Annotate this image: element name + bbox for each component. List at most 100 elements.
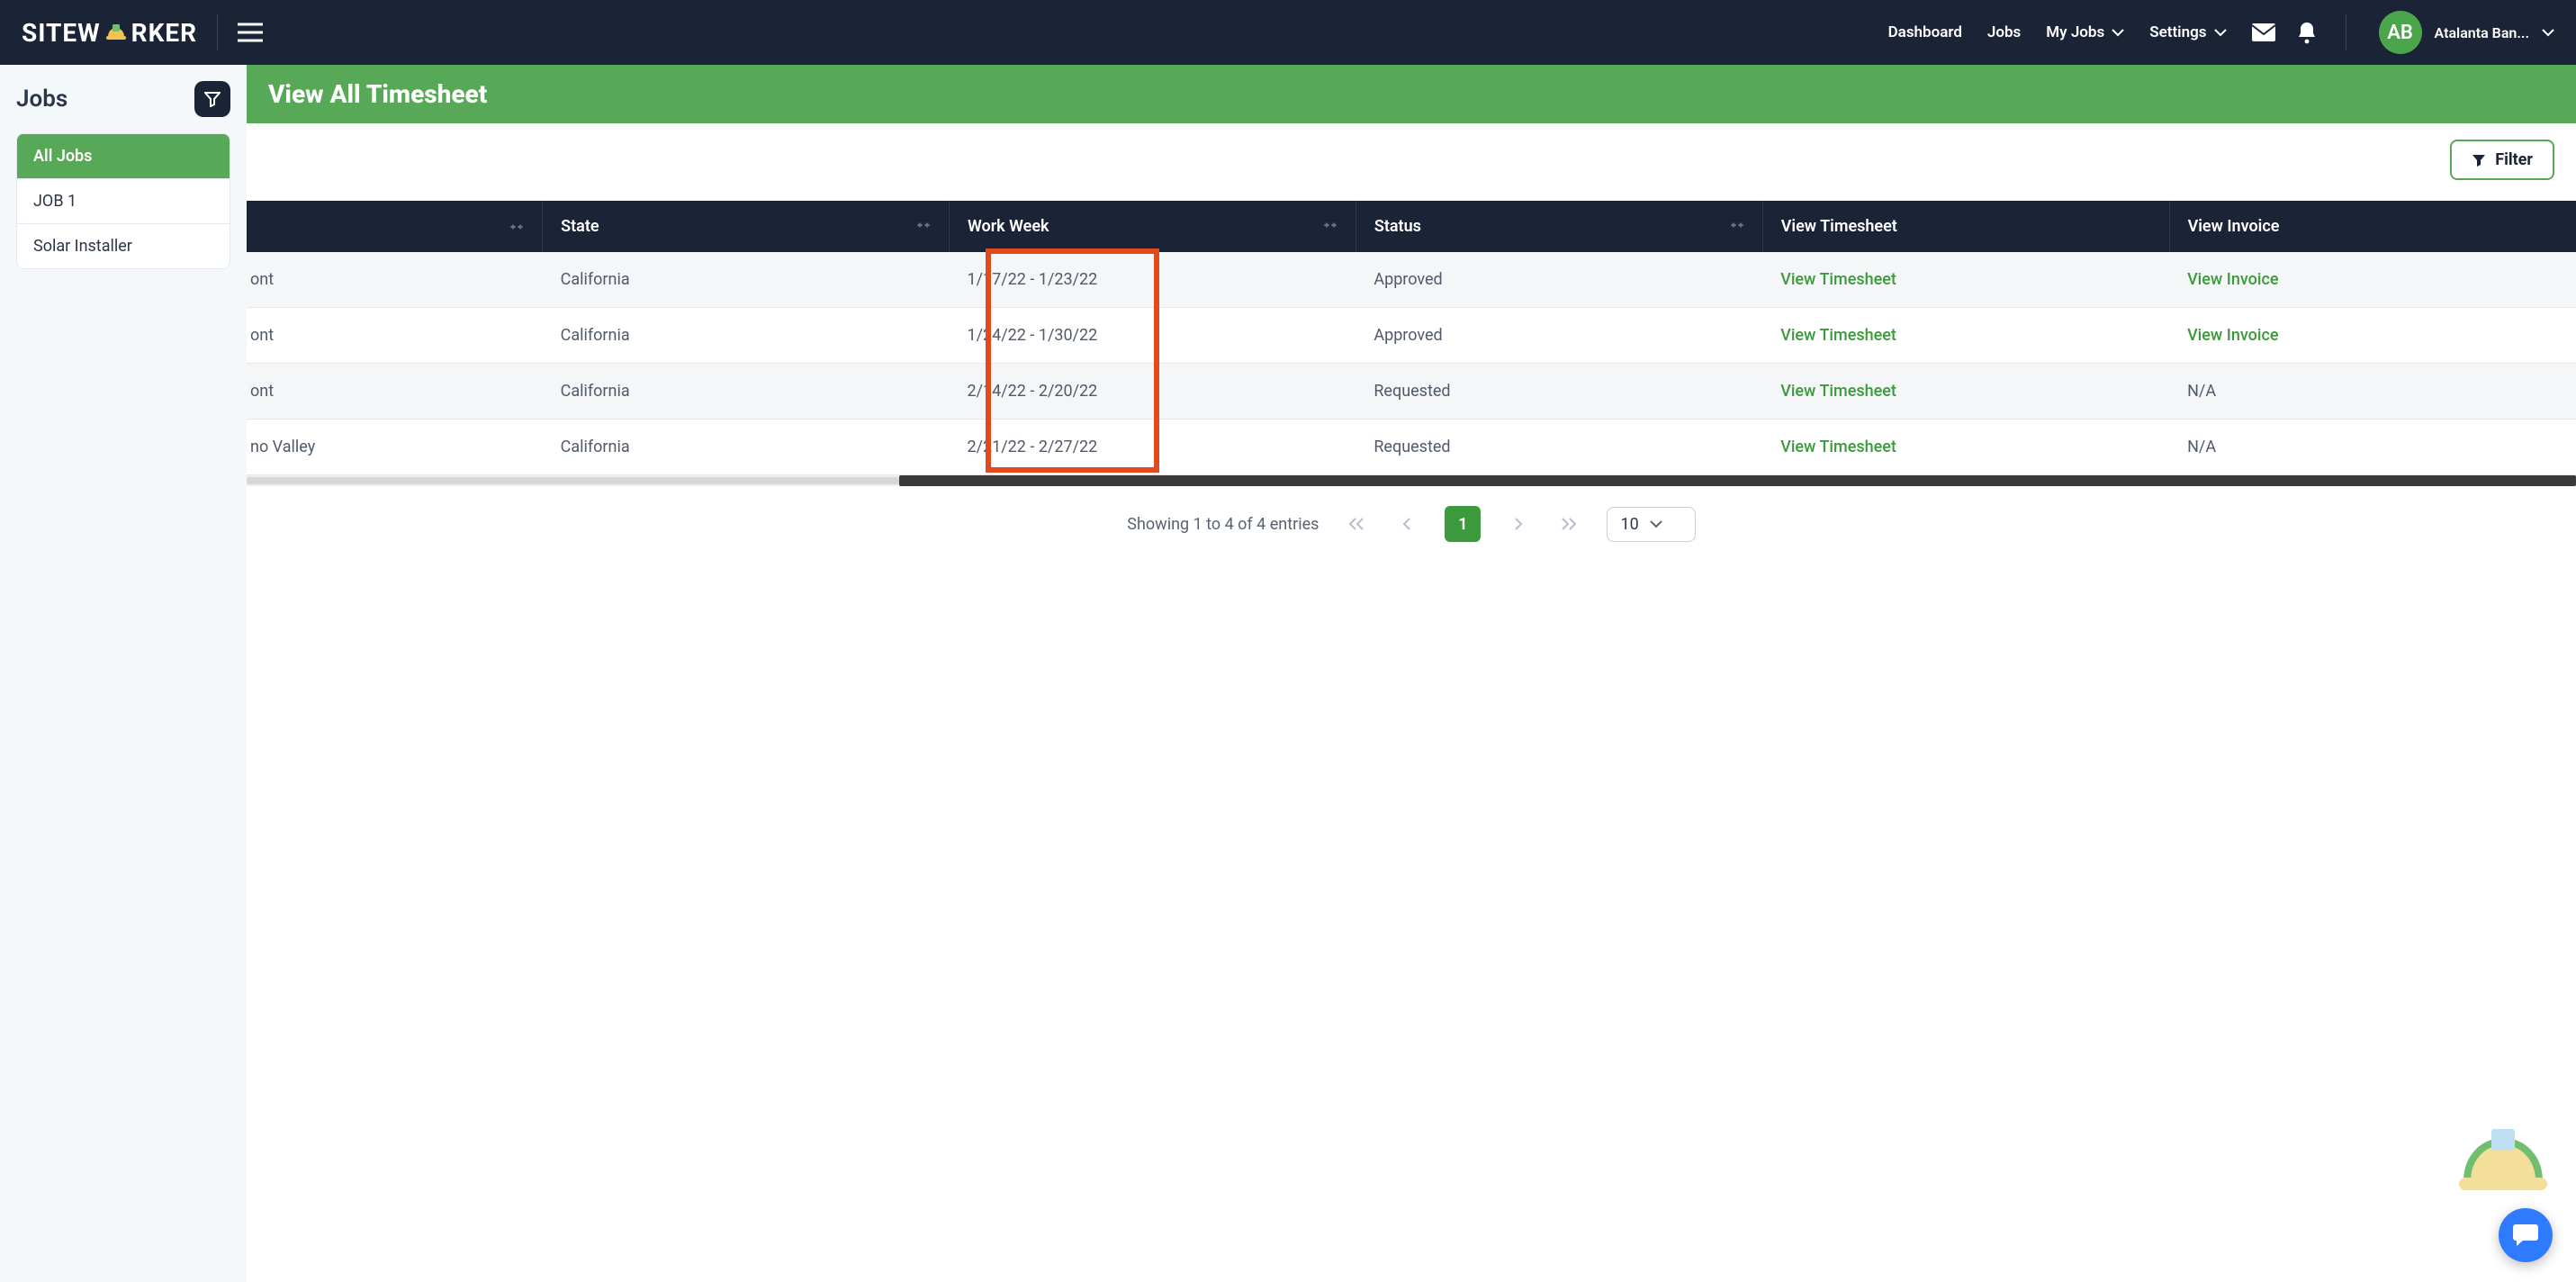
- sidebar-title: Jobs: [16, 86, 68, 113]
- nav-jobs[interactable]: Jobs: [1987, 23, 2021, 41]
- timesheet-table: State Work Week: [247, 201, 2576, 475]
- cell-invoice-na: N/A: [2169, 364, 2576, 420]
- brand-logo: SITEW RKER: [22, 18, 197, 48]
- nav-dashboard[interactable]: Dashboard: [1888, 23, 1962, 41]
- pager-last[interactable]: [1556, 511, 1581, 537]
- pager-first[interactable]: [1344, 511, 1369, 537]
- page-size-select[interactable]: 10: [1607, 507, 1695, 542]
- cell-work-week: 1/17/22 - 1/23/22: [949, 252, 1356, 308]
- nav-jobs-label: Jobs: [1987, 23, 2021, 41]
- helmet-widget-icon: [2454, 1118, 2553, 1199]
- cell-location: ont: [247, 364, 543, 420]
- filter-button-label: Filter: [2495, 150, 2533, 169]
- cell-status: Approved: [1356, 252, 1762, 308]
- bell-icon[interactable]: [2297, 21, 2317, 44]
- pager-next[interactable]: [1506, 511, 1531, 537]
- cell-status: Requested: [1356, 364, 1762, 420]
- cell-status: Requested: [1356, 420, 1762, 475]
- nav-myjobs[interactable]: My Jobs: [2046, 23, 2124, 41]
- body: Jobs All JobsJOB 1Solar Installer View A…: [0, 65, 2576, 1282]
- avatar-initials: AB: [2387, 22, 2413, 44]
- cell-status: Approved: [1356, 308, 1762, 364]
- nav-dashboard-label: Dashboard: [1888, 23, 1962, 41]
- nav-myjobs-label: My Jobs: [2046, 23, 2104, 41]
- sort-icon: [1730, 217, 1744, 233]
- sidebar-head: Jobs: [0, 81, 247, 133]
- th-view-timesheet: View Timesheet: [1762, 201, 2169, 252]
- table-row: ontCalifornia1/17/22 - 1/23/22ApprovedVi…: [247, 252, 2576, 308]
- view-timesheet-link[interactable]: View Timesheet: [1762, 252, 2169, 308]
- pager-summary: Showing 1 to 4 of 4 entries: [1127, 515, 1319, 534]
- cell-location: ont: [247, 252, 543, 308]
- cell-invoice-na: N/A: [2169, 420, 2576, 475]
- brand-post: RKER: [131, 18, 197, 48]
- cell-work-week: 2/21/22 - 2/27/22: [949, 420, 1356, 475]
- table-row: ontCalifornia1/24/22 - 1/30/22ApprovedVi…: [247, 308, 2576, 364]
- content: Filter State: [247, 123, 2576, 1282]
- th-label: View Invoice: [2188, 217, 2280, 236]
- chevron-down-icon: [2214, 29, 2227, 37]
- horizontal-scrollbar[interactable]: [247, 475, 2576, 486]
- mail-icon[interactable]: [2252, 23, 2275, 41]
- chevron-down-icon: [2542, 29, 2554, 37]
- main: View All Timesheet Filter: [247, 65, 2576, 1282]
- th-label: View Timesheet: [1781, 217, 1897, 236]
- nav-settings-label: Settings: [2149, 23, 2206, 41]
- pager-prev[interactable]: [1394, 511, 1419, 537]
- pager: Showing 1 to 4 of 4 entries 1: [247, 486, 2576, 562]
- view-invoice-link[interactable]: View Invoice: [2169, 252, 2576, 308]
- cell-state: California: [543, 420, 950, 475]
- chat-button[interactable]: [2499, 1208, 2553, 1262]
- th-label: State: [561, 217, 599, 236]
- sidebar: Jobs All JobsJOB 1Solar Installer: [0, 65, 247, 1282]
- brand-pre: SITEW: [22, 18, 101, 48]
- view-timesheet-link[interactable]: View Timesheet: [1762, 420, 2169, 475]
- menu-toggle-icon[interactable]: [238, 23, 263, 42]
- sidebar-item-solar-installer[interactable]: Solar Installer: [17, 223, 230, 268]
- nav-right: Dashboard Jobs My Jobs Settings AB Atala…: [1888, 11, 2554, 54]
- th-blank[interactable]: [247, 201, 543, 252]
- divider: [217, 14, 218, 50]
- table-row: ontCalifornia2/14/22 - 2/20/22RequestedV…: [247, 364, 2576, 420]
- scrollbar-track: [247, 477, 899, 484]
- th-work-week[interactable]: Work Week: [949, 201, 1356, 252]
- pager-current-page[interactable]: 1: [1445, 506, 1481, 542]
- sort-icon: [1323, 217, 1338, 233]
- sidebar-item-all-jobs[interactable]: All Jobs: [17, 134, 230, 178]
- cell-state: California: [543, 364, 950, 420]
- funnel-icon: [2472, 153, 2486, 167]
- page-size-value: 10: [1620, 515, 1638, 534]
- th-view-invoice: View Invoice: [2169, 201, 2576, 252]
- view-invoice-link[interactable]: View Invoice: [2169, 308, 2576, 364]
- cell-work-week: 1/24/22 - 1/30/22: [949, 308, 1356, 364]
- chevron-down-icon: [1650, 520, 1662, 528]
- page-title: View All Timesheet: [247, 65, 2576, 123]
- floating-widgets: [2454, 1118, 2553, 1262]
- user-name: Atalanta Ban...: [2435, 24, 2529, 41]
- user-menu[interactable]: AB Atalanta Ban...: [2379, 11, 2554, 54]
- table-wrap: State Work Week: [247, 201, 2576, 562]
- view-timesheet-link[interactable]: View Timesheet: [1762, 308, 2169, 364]
- scrollbar-thumb[interactable]: [899, 475, 2576, 486]
- topbar: SITEW RKER Dashboard Jobs My Jobs Settin…: [0, 0, 2576, 65]
- sidebar-item-job-1[interactable]: JOB 1: [17, 178, 230, 223]
- sidebar-filter-button[interactable]: [194, 81, 230, 117]
- view-timesheet-link[interactable]: View Timesheet: [1762, 364, 2169, 420]
- th-state[interactable]: State: [543, 201, 950, 252]
- job-list: All JobsJOB 1Solar Installer: [16, 133, 230, 269]
- th-label: Status: [1374, 217, 1421, 236]
- avatar: AB: [2379, 11, 2422, 54]
- sort-icon: [916, 217, 931, 233]
- nav-icons: [2252, 21, 2317, 44]
- cell-location: no Valley: [247, 420, 543, 475]
- th-label: Work Week: [968, 217, 1049, 236]
- funnel-icon: [204, 91, 221, 107]
- table-body: ontCalifornia1/17/22 - 1/23/22ApprovedVi…: [247, 252, 2576, 475]
- cell-work-week: 2/14/22 - 2/20/22: [949, 364, 1356, 420]
- nav-settings[interactable]: Settings: [2149, 23, 2226, 41]
- cell-state: California: [543, 308, 950, 364]
- filter-button[interactable]: Filter: [2450, 140, 2554, 180]
- th-status[interactable]: Status: [1356, 201, 1762, 252]
- chevron-down-icon: [2112, 29, 2124, 37]
- table-row: no ValleyCalifornia2/21/22 - 2/27/22Requ…: [247, 420, 2576, 475]
